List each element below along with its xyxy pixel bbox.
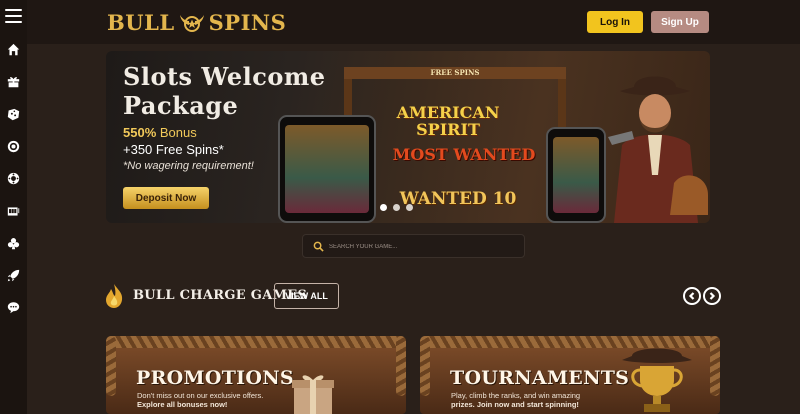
promo-desc-line2: Explore all bonuses now! — [137, 400, 228, 409]
bonus-text: Bonus — [156, 125, 197, 140]
left-sidebar — [0, 0, 27, 414]
cards-icon[interactable] — [5, 235, 21, 251]
carousel-dot-2[interactable] — [393, 204, 400, 211]
flame-icon — [106, 284, 123, 308]
rope-decoration — [396, 336, 406, 396]
game-title-most-wanted: MOST WANTED — [392, 145, 536, 164]
rope-decoration — [420, 336, 430, 396]
gift-box-illustration — [292, 375, 334, 414]
site-logo[interactable]: BULL SPINS — [107, 8, 286, 36]
promo-card-tournaments[interactable]: TOURNAMENTS Play, climb the ranks, and w… — [420, 334, 720, 414]
banner-title: Slots Welcome Package — [123, 62, 326, 120]
rocket-icon[interactable] — [5, 267, 21, 283]
scroll-left-button[interactable] — [683, 287, 701, 305]
logo-text-spins: SPINS — [208, 9, 287, 35]
promo-card-promotions[interactable]: PROMOTIONS Don't miss out on our exclusi… — [106, 334, 406, 414]
search-icon — [313, 241, 324, 252]
chevron-left-icon — [688, 292, 695, 300]
rope-decoration — [710, 336, 720, 396]
login-button[interactable]: Log In — [587, 11, 643, 33]
welcome-banner[interactable]: Slots Welcome Package 550% Bonus +350 Fr… — [106, 51, 710, 223]
promo-card-description: Don't miss out on our exclusive offers. … — [137, 391, 287, 409]
cowboy-illustration — [608, 76, 708, 223]
target-icon[interactable] — [5, 138, 21, 154]
tournament-card-title: TOURNAMENTS — [450, 367, 630, 389]
roulette-icon[interactable] — [5, 170, 21, 186]
chat-icon[interactable] — [5, 299, 21, 315]
banner-title-line1: Slots Welcome — [123, 62, 326, 91]
phone-mockup-left — [278, 115, 376, 223]
game-title-wanted-10: WANTED 10 — [399, 189, 517, 209]
game-search — [302, 234, 525, 258]
home-icon[interactable] — [5, 41, 21, 57]
free-spins-sign: FREE SPINS — [430, 68, 480, 77]
scroll-right-button[interactable] — [703, 287, 721, 305]
rope-decoration — [106, 336, 116, 396]
deposit-now-button[interactable]: Deposit Now — [123, 187, 209, 209]
carousel-dot-1[interactable] — [380, 204, 387, 211]
promo-desc-line1: Don't miss out on our exclusive offers. — [137, 391, 264, 400]
banner-wager-note: *No wagering requirement! — [123, 160, 254, 172]
view-all-button[interactable]: VIEW ALL — [274, 283, 339, 309]
gift-icon[interactable] — [5, 73, 21, 89]
banner-bonus: 550% Bonus — [123, 125, 197, 140]
bull-horns-icon — [179, 15, 204, 32]
signup-button[interactable]: Sign Up — [651, 11, 709, 33]
rope-decoration — [106, 336, 406, 348]
promo-card-title: PROMOTIONS — [136, 367, 294, 389]
dice-icon[interactable] — [5, 106, 21, 122]
top-header: BULL SPINS Log In Sign Up — [27, 0, 800, 44]
search-input[interactable] — [329, 239, 519, 254]
tournament-desc-line1: Play, climb the ranks, and win amazing — [451, 391, 581, 400]
carousel-dots — [380, 204, 413, 211]
hamburger-icon[interactable] — [5, 9, 22, 23]
game-title-american-spirit: AMERICAN SPIRIT — [396, 103, 500, 139]
logo-text-bull: BULL — [107, 9, 175, 35]
slots-icon[interactable] — [5, 203, 21, 219]
tournament-card-description: Play, climb the ranks, and win amazing p… — [451, 391, 601, 409]
bonus-value: 550% — [123, 125, 157, 140]
trophy-illustration — [622, 348, 692, 412]
tournament-desc-line2: prizes. Join now and start spinning! — [451, 400, 579, 409]
chevron-right-icon — [709, 292, 716, 300]
carousel-dot-3[interactable] — [406, 204, 413, 211]
phone-mockup-right — [546, 127, 606, 223]
banner-free-spins: +350 Free Spins* — [123, 142, 224, 157]
